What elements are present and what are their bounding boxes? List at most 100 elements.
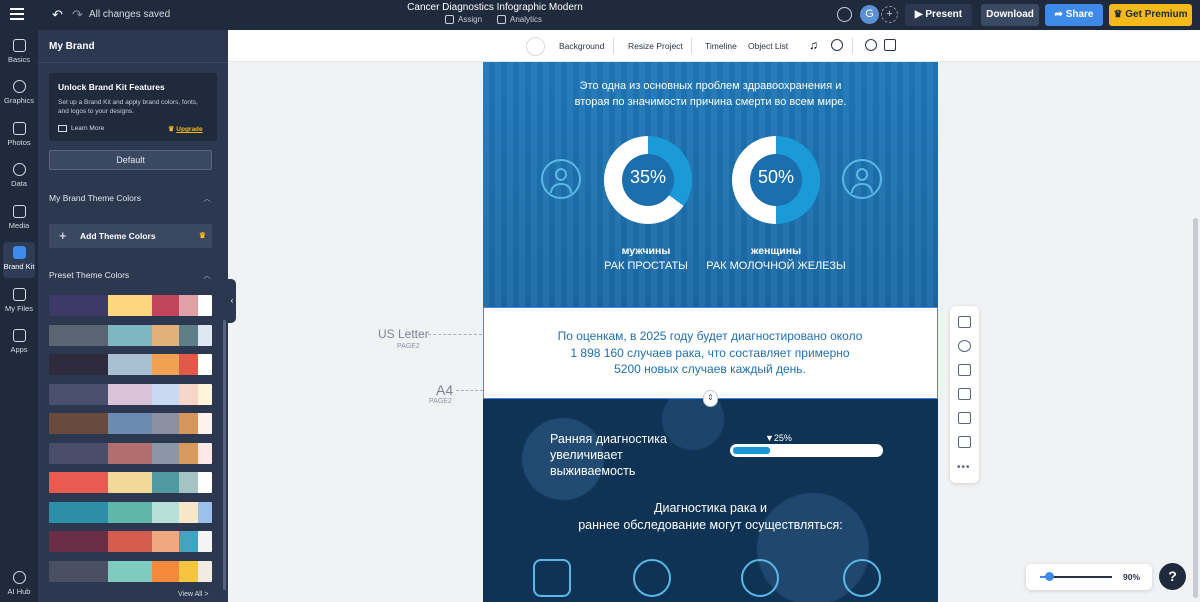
view-all-link[interactable]: View All > bbox=[178, 591, 208, 598]
more-options-icon[interactable]: ••• bbox=[957, 462, 971, 473]
male-person-icon bbox=[541, 159, 581, 199]
blood-drop-icon bbox=[633, 559, 671, 597]
analytics-button[interactable]: Analytics bbox=[497, 15, 542, 24]
add-section-icon[interactable] bbox=[958, 316, 971, 328]
trash-icon[interactable] bbox=[958, 436, 971, 448]
zoom-level[interactable]: 90% bbox=[1123, 572, 1140, 582]
learn-more-link[interactable]: Learn More bbox=[58, 125, 104, 132]
settings-gear-icon[interactable] bbox=[865, 39, 877, 51]
preset-theme-colors-header[interactable]: Preset Theme Colors ︿ bbox=[49, 270, 211, 280]
infographic-section-stats[interactable]: Это одна из основных проблем здравоохран… bbox=[483, 62, 938, 307]
get-premium-button[interactable]: ♛ Get Premium bbox=[1109, 4, 1192, 26]
divider bbox=[852, 38, 853, 54]
divider bbox=[456, 390, 483, 391]
icon-rail: Basics Graphics Photos Data Media Brand … bbox=[0, 30, 38, 602]
intro-text-line: вторая по значимости причина смерти во в… bbox=[574, 96, 847, 108]
move-up-icon[interactable] bbox=[958, 364, 971, 376]
progress-fill bbox=[733, 447, 770, 454]
preset-palette[interactable] bbox=[49, 383, 212, 405]
rail-item-graphics[interactable]: Graphics bbox=[0, 80, 38, 105]
upgrade-link[interactable]: ♛ Upgrade bbox=[168, 125, 203, 133]
palette-swatch bbox=[49, 383, 108, 405]
diag-line: раннее обследование могут осуществляться… bbox=[578, 518, 843, 532]
background-color-swatch[interactable] bbox=[526, 37, 545, 56]
present-button[interactable]: ▶ Present bbox=[905, 4, 972, 26]
share-label: Share bbox=[1065, 9, 1094, 20]
move-down-icon[interactable] bbox=[958, 388, 971, 400]
rail-item-photos[interactable]: Photos bbox=[0, 122, 38, 147]
section-resize-handle[interactable]: ⇕ bbox=[703, 390, 718, 407]
preset-palette[interactable] bbox=[49, 442, 212, 464]
rail-item-basics[interactable]: Basics bbox=[0, 39, 38, 64]
duplicate-icon[interactable] bbox=[958, 412, 971, 424]
palette-swatch bbox=[179, 383, 198, 405]
palette-swatch bbox=[49, 501, 108, 523]
animation-timer-icon[interactable] bbox=[831, 39, 843, 51]
rail-label: Photos bbox=[7, 138, 31, 147]
head-scan-icon bbox=[741, 559, 779, 597]
comments-icon[interactable] bbox=[837, 7, 852, 22]
survival-progress-bar bbox=[730, 444, 883, 457]
women-caption: РАК МОЛОЧНОЙ ЖЕЛЕЗЫ bbox=[706, 260, 846, 272]
men-label: мужчины bbox=[621, 245, 671, 257]
infographic-section-estimate[interactable]: По оценкам, в 2025 году будет диагностир… bbox=[483, 307, 938, 399]
donut-value: 50% bbox=[757, 167, 795, 187]
upgrade-label: Upgrade bbox=[176, 126, 203, 133]
preset-palette[interactable] bbox=[49, 295, 212, 316]
preset-palette[interactable] bbox=[49, 472, 212, 493]
palette-swatch bbox=[179, 442, 198, 464]
rail-item-brand-kit[interactable]: Brand Kit bbox=[0, 246, 38, 271]
preset-palette[interactable] bbox=[49, 501, 212, 523]
help-button[interactable]: ? bbox=[1159, 563, 1186, 590]
analytics-label: Analytics bbox=[510, 15, 543, 24]
estimate-line: По оценкам, в 2025 году будет диагностир… bbox=[557, 329, 863, 343]
palette-swatch bbox=[179, 472, 198, 493]
hand-icon bbox=[533, 559, 571, 597]
music-icon[interactable]: ♫ bbox=[809, 39, 821, 51]
palette-swatch bbox=[108, 413, 152, 434]
rail-item-data[interactable]: Data bbox=[0, 163, 38, 188]
palette-swatch bbox=[152, 442, 179, 464]
timeline-button[interactable]: Timeline bbox=[705, 41, 737, 51]
canvas-scrollbar[interactable] bbox=[1193, 218, 1198, 598]
palette-swatch bbox=[108, 295, 152, 316]
add-collaborator-icon[interactable]: + bbox=[881, 6, 898, 23]
rail-item-my-files[interactable]: My Files bbox=[0, 288, 38, 313]
add-theme-colors-button[interactable]: + Add Theme Colors ♛ bbox=[49, 224, 212, 248]
share-button[interactable]: ➦ Share bbox=[1045, 4, 1103, 26]
assign-icon bbox=[445, 15, 454, 24]
preset-palette[interactable] bbox=[49, 413, 212, 434]
estimate-line: 1 898 160 случаев рака, что составляет п… bbox=[570, 345, 850, 360]
resize-project-button[interactable]: Resize Project bbox=[628, 41, 683, 51]
estimate-text[interactable]: По оценкам, в 2025 году будет диагностир… bbox=[484, 328, 936, 378]
assign-button[interactable]: Assign bbox=[445, 15, 482, 24]
preset-palette[interactable] bbox=[49, 531, 212, 552]
hide-eye-icon[interactable] bbox=[958, 340, 971, 352]
plus-icon: + bbox=[59, 228, 67, 243]
background-button[interactable]: Background bbox=[559, 41, 604, 51]
rail-item-media[interactable]: Media bbox=[0, 205, 38, 230]
zoom-slider-handle[interactable] bbox=[1045, 572, 1054, 581]
preset-palette[interactable] bbox=[49, 560, 212, 582]
brand-theme-colors-header[interactable]: My Brand Theme Colors ︿ bbox=[49, 193, 211, 203]
palette-swatch bbox=[198, 383, 212, 405]
chevron-up-icon: ︿ bbox=[203, 194, 211, 203]
infographic-section-diagnostics[interactable]: Ранняя диагностика увеличивает выживаемо… bbox=[483, 399, 938, 602]
women-label: женщины bbox=[750, 245, 802, 257]
preset-palette[interactable] bbox=[49, 354, 212, 375]
rail-item-ai-hub[interactable]: AI Hub bbox=[0, 571, 38, 596]
palette-swatch bbox=[49, 354, 108, 375]
assign-label: Assign bbox=[458, 15, 483, 24]
rail-item-apps[interactable]: Apps bbox=[0, 329, 38, 354]
collapse-panel-handle[interactable]: ‹ bbox=[228, 279, 236, 323]
preset-palette[interactable] bbox=[49, 324, 212, 346]
avatar[interactable]: G bbox=[860, 5, 879, 24]
image-search-icon[interactable] bbox=[884, 39, 896, 51]
download-button[interactable]: Download bbox=[981, 4, 1039, 26]
object-list-button[interactable]: Object List bbox=[748, 41, 788, 51]
panel-scrollbar[interactable] bbox=[223, 320, 226, 590]
intro-text-line: Это одна из основных проблем здравоохран… bbox=[579, 80, 842, 92]
early-line: Ранняя диагностика bbox=[550, 432, 667, 446]
palette-swatch bbox=[49, 442, 108, 464]
default-button[interactable]: Default bbox=[49, 150, 212, 170]
